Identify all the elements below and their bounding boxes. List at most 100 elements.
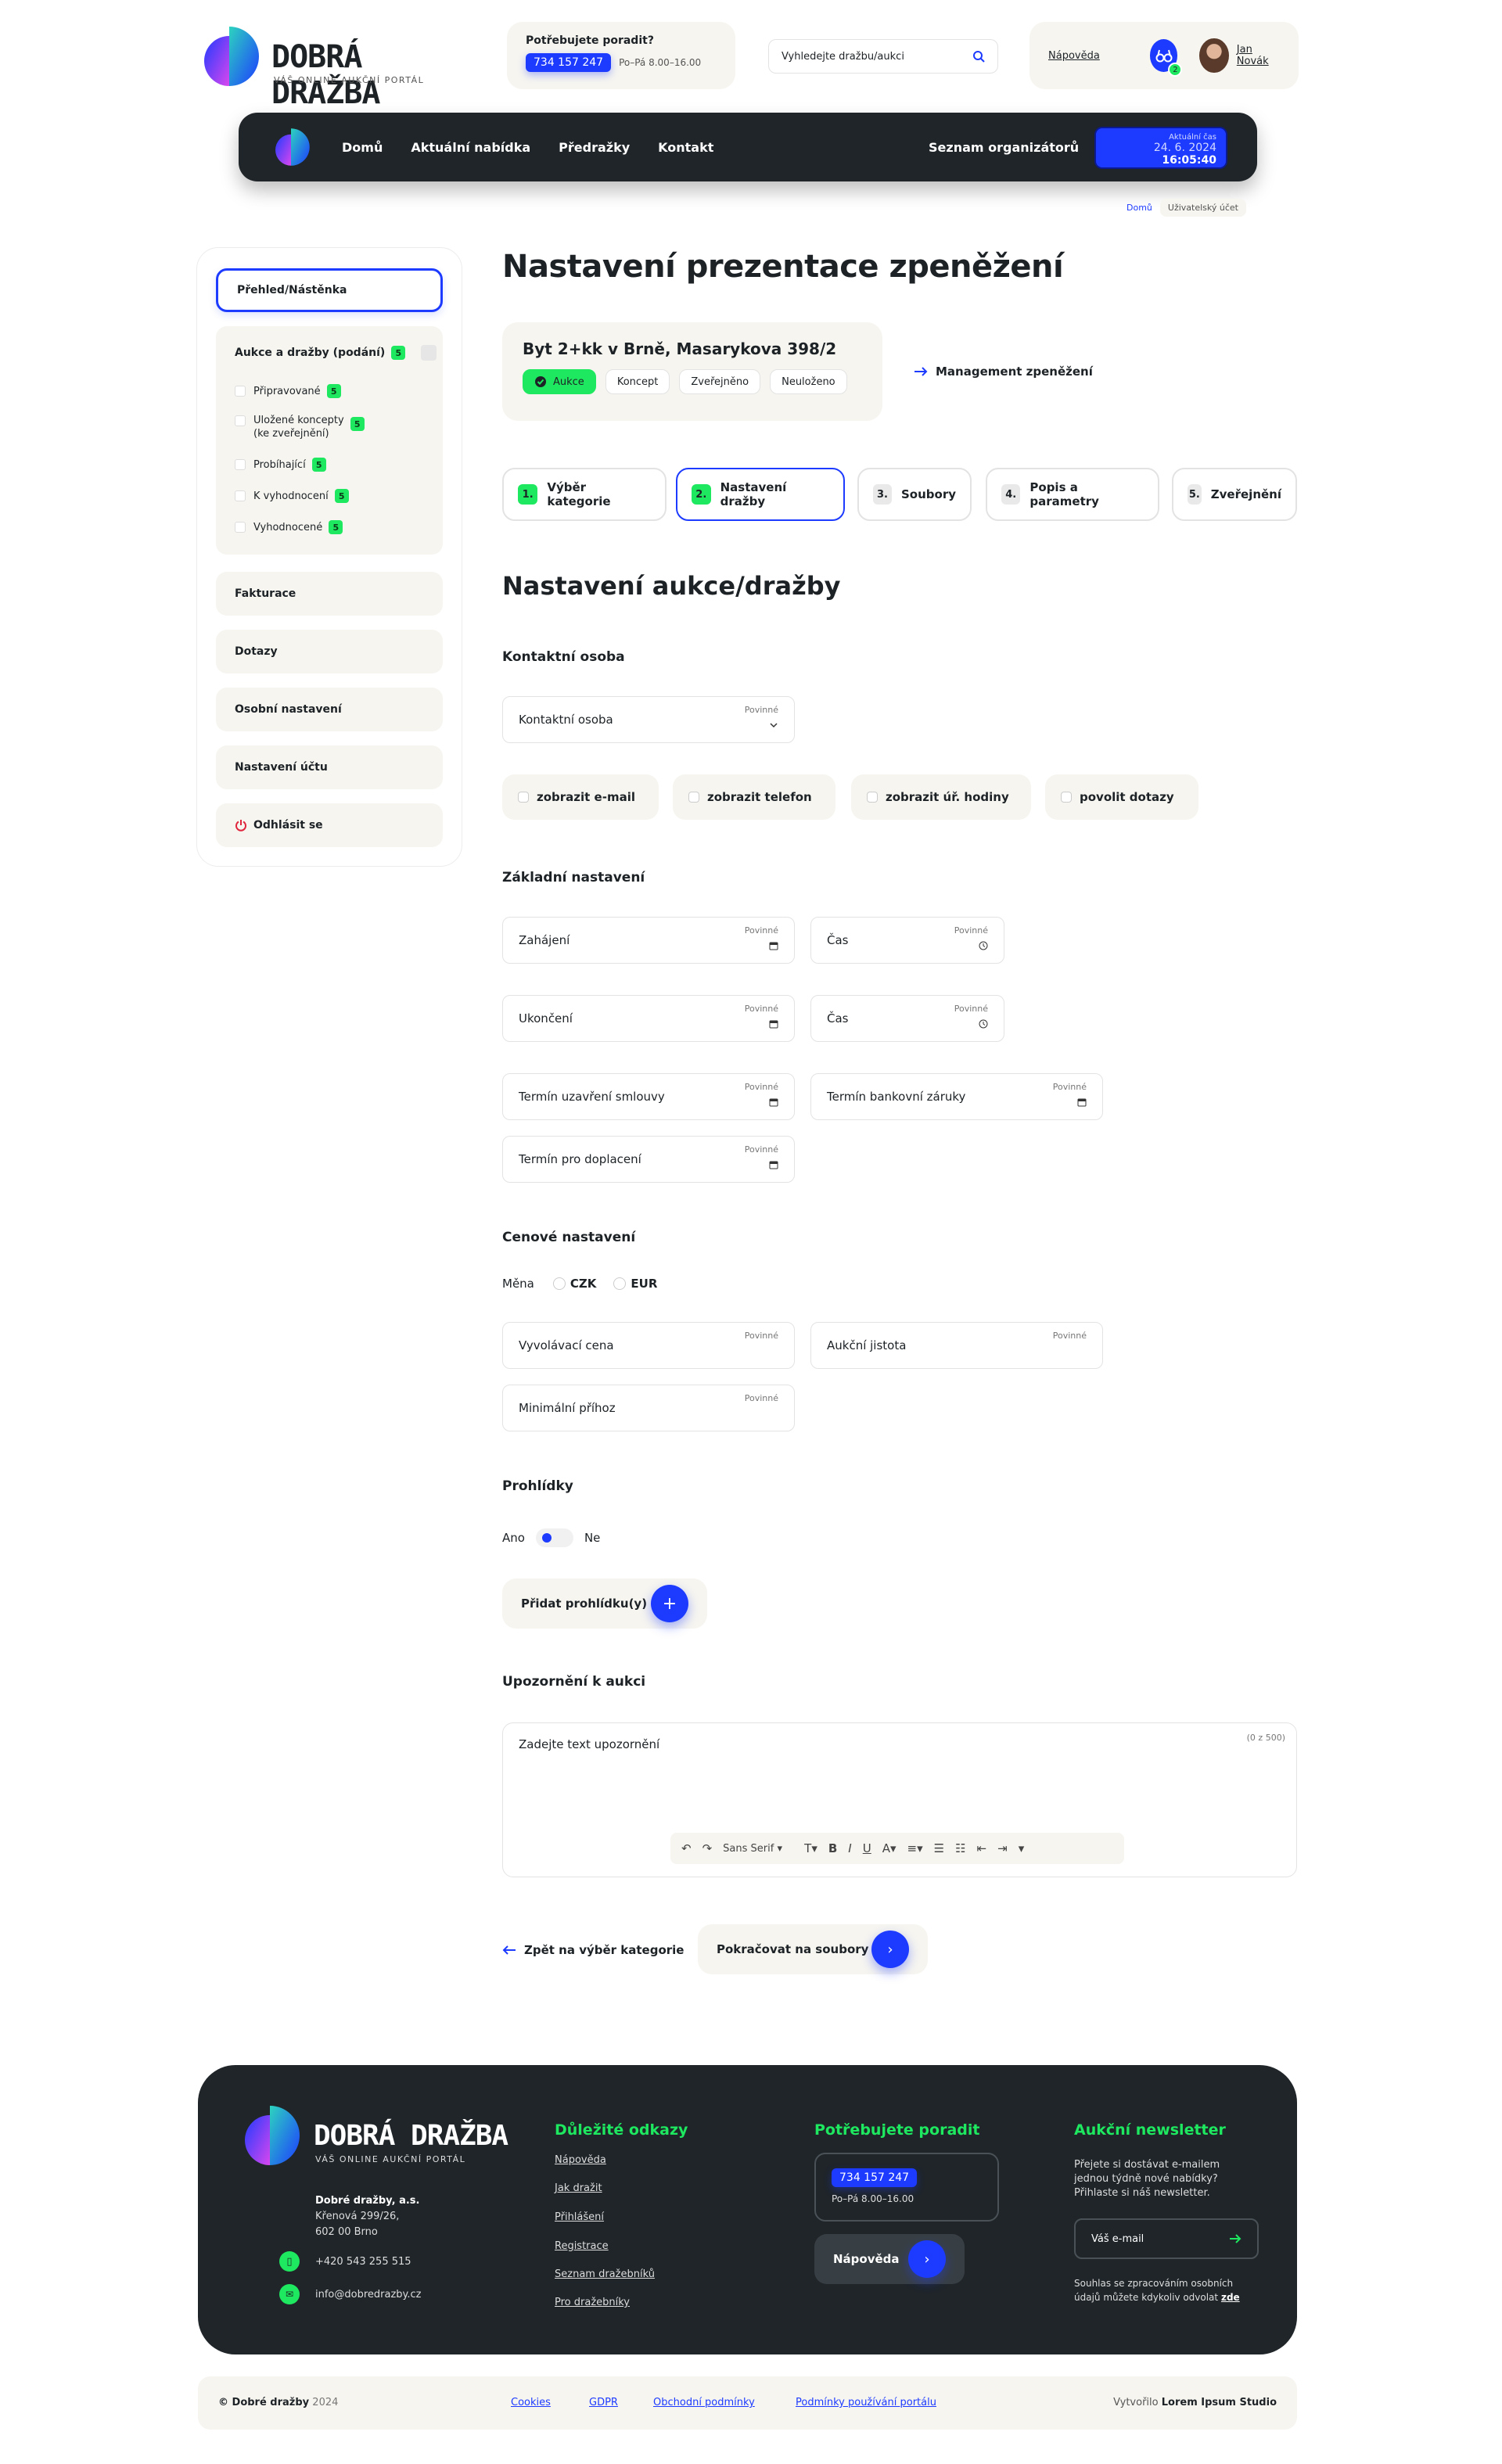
link-portal-terms[interactable]: Podmínky používání portálu — [796, 2397, 936, 2408]
font-size-icon[interactable]: T▾ — [804, 1841, 817, 1855]
sidebar-sub-running[interactable]: Probíhající 5 — [235, 458, 326, 472]
link-terms[interactable]: Obchodní podmínky — [653, 2397, 755, 2408]
back-button[interactable]: Zpět na výběr kategorie — [502, 1943, 685, 1957]
calendar-icon[interactable] — [769, 1097, 778, 1107]
calendar-icon[interactable] — [1077, 1097, 1087, 1107]
radio-eur[interactable] — [613, 1277, 627, 1290]
more-icon[interactable]: ▾ — [1019, 1841, 1025, 1855]
checkbox[interactable] — [867, 792, 878, 803]
min-bid-field[interactable]: Minimální příhoz Povinné — [502, 1385, 795, 1431]
checkbox[interactable] — [518, 792, 529, 803]
nav-organizers[interactable]: Seznam organizátorů — [929, 140, 1079, 155]
option-allow-questions[interactable]: povolit dotazy — [1045, 774, 1198, 820]
binoculars-button[interactable]: 2 — [1149, 39, 1183, 77]
footer-link-for-auctioneers[interactable]: Pro dražebníky — [555, 2297, 630, 2308]
clock-icon[interactable] — [979, 1019, 988, 1029]
search-input[interactable]: Vyhledejte dražbu/aukci — [768, 39, 998, 74]
bullet-list-icon[interactable]: ☷ — [955, 1841, 965, 1855]
add-viewing-button[interactable]: Přidat prohlídku(y) + — [502, 1579, 707, 1629]
step-publish[interactable]: 5. Zveřejnění — [1172, 468, 1297, 521]
end-date-field[interactable]: Ukončení Povinné — [502, 995, 795, 1042]
breadcrumb-home[interactable]: Domů — [1119, 199, 1160, 217]
indent-icon[interactable]: ⇥ — [997, 1841, 1008, 1855]
align-icon[interactable]: ≡▾ — [907, 1841, 923, 1855]
footer-link-help[interactable]: Nápověda — [555, 2154, 606, 2166]
avatar[interactable] — [1199, 38, 1229, 73]
footer-advice-phone[interactable]: 734 157 247 — [832, 2168, 918, 2187]
consent-link[interactable]: zde — [1221, 2292, 1240, 2303]
text-color-icon[interactable]: A▾ — [882, 1841, 897, 1855]
nav-home[interactable]: Domů — [342, 140, 383, 155]
calendar-icon[interactable] — [769, 1160, 778, 1169]
undo-icon[interactable]: ↶ — [681, 1841, 692, 1855]
arrow-right-icon[interactable] — [1229, 2234, 1241, 2243]
contract-date-field[interactable]: Termín uzavření smlouvy Povinné — [502, 1073, 795, 1120]
link-cookies[interactable]: Cookies — [511, 2397, 551, 2408]
end-time-field[interactable]: Čas Povinné — [810, 995, 1004, 1042]
footer-link-login[interactable]: Přihlášení — [555, 2211, 604, 2223]
bold-icon[interactable]: B — [828, 1841, 837, 1855]
management-link[interactable]: Management zpeněžení — [914, 365, 1093, 379]
currency-eur[interactable]: EUR — [631, 1277, 657, 1291]
nav-pre-auctions[interactable]: Předražky — [559, 140, 630, 155]
sidebar-item-personal-settings[interactable]: Osobní nastavení — [216, 688, 443, 731]
font-select[interactable]: Sans Serif ▾ — [723, 1843, 793, 1855]
search-icon[interactable] — [972, 50, 985, 63]
user-name-link[interactable]: Jan Novák — [1237, 44, 1280, 67]
footer-link-auctioneers[interactable]: Seznam dražebníků — [555, 2268, 655, 2280]
footer-link-register[interactable]: Registrace — [555, 2240, 609, 2252]
sidebar-item-auctions[interactable]: Aukce a dražby (podání) 5 — [235, 345, 437, 361]
bank-guarantee-date-field[interactable]: Termín bankovní záruky Povinné — [810, 1073, 1103, 1120]
sidebar-sub-evaluated[interactable]: Vyhodnocené 5 — [235, 520, 343, 534]
checkbox[interactable] — [1061, 792, 1072, 803]
outdent-icon[interactable]: ⇤ — [977, 1841, 987, 1855]
sidebar-item-overview[interactable]: Přehled/Nástěnka — [216, 268, 443, 312]
sidebar-sub-to-evaluate[interactable]: K vyhodnocení 5 — [235, 489, 349, 503]
checkbox[interactable] — [688, 792, 699, 803]
italic-icon[interactable]: I — [848, 1841, 851, 1855]
radio-czk[interactable] — [552, 1277, 566, 1290]
nav-contact[interactable]: Kontakt — [658, 140, 713, 155]
brand-logo[interactable]: DOBRÁ DRAŽBA VÁŠ ONLINE AUKČNÍ PORTÁL — [198, 25, 440, 111]
deposit-field[interactable]: Aukční jistota Povinné — [810, 1322, 1103, 1369]
currency-czk[interactable]: CZK — [570, 1277, 597, 1291]
option-show-email[interactable]: zobrazit e-mail — [502, 774, 659, 820]
footer-email[interactable]: ✉ info@dobredrazby.cz — [279, 2284, 421, 2304]
sidebar-item-account-settings[interactable]: Nastavení účtu — [216, 745, 443, 789]
footer-logo-icon[interactable] — [239, 2104, 301, 2167]
clock-icon[interactable] — [979, 941, 988, 950]
footer-help-button[interactable]: Nápověda › — [814, 2234, 965, 2284]
continue-button[interactable]: Pokračovat na soubory › — [698, 1924, 928, 1974]
nav-current-offer[interactable]: Aktuální nabídka — [411, 140, 530, 155]
step-description[interactable]: 4. Popis a parametry — [986, 468, 1159, 521]
sidebar-sub-drafts[interactable]: Uložené koncepty (ke zveřejnění) 5 — [235, 414, 365, 440]
calendar-icon[interactable] — [769, 1019, 778, 1029]
payment-date-field[interactable]: Termín pro doplacení Povinné — [502, 1136, 795, 1183]
step-category[interactable]: 1. Výběr kategorie — [502, 468, 667, 521]
nav-logo-icon[interactable] — [270, 128, 312, 167]
redo-icon[interactable]: ↷ — [702, 1841, 713, 1855]
calendar-icon[interactable] — [769, 941, 778, 950]
sidebar-item-billing[interactable]: Fakturace — [216, 572, 443, 616]
start-time-field[interactable]: Čas Povinné — [810, 917, 1004, 964]
notice-textarea[interactable]: Zadejte text upozornění (0 z 500) ↶ ↷ Sa… — [502, 1722, 1297, 1877]
viewing-toggle[interactable] — [535, 1528, 573, 1547]
studio-name[interactable]: Lorem Ipsum Studio — [1162, 2397, 1277, 2408]
collapse-toggle[interactable] — [421, 345, 437, 361]
option-show-phone[interactable]: zobrazit telefon — [673, 774, 835, 820]
underline-icon[interactable]: U — [863, 1841, 871, 1855]
advice-phone[interactable]: 734 157 247 — [526, 53, 612, 72]
link-gdpr[interactable]: GDPR — [589, 2397, 618, 2408]
help-link[interactable]: Nápověda — [1048, 50, 1100, 62]
ordered-list-icon[interactable]: ☰ — [934, 1841, 944, 1855]
footer-link-how[interactable]: Jak dražit — [555, 2182, 602, 2194]
contact-person-select[interactable]: Kontaktní osoba Povinné — [502, 696, 795, 743]
logout-button[interactable]: Odhlásit se — [216, 803, 443, 847]
sidebar-item-questions[interactable]: Dotazy — [216, 630, 443, 673]
footer-phone[interactable]: ▯ +420 543 255 515 — [279, 2251, 411, 2272]
start-date-field[interactable]: Zahájení Povinné — [502, 917, 795, 964]
sidebar-sub-prepared[interactable]: Připravované 5 — [235, 384, 341, 398]
step-files[interactable]: 3. Soubory — [857, 468, 972, 521]
start-price-field[interactable]: Vyvolávací cena Povinné — [502, 1322, 795, 1369]
newsletter-email-input[interactable]: Váš e-mail — [1074, 2218, 1259, 2259]
